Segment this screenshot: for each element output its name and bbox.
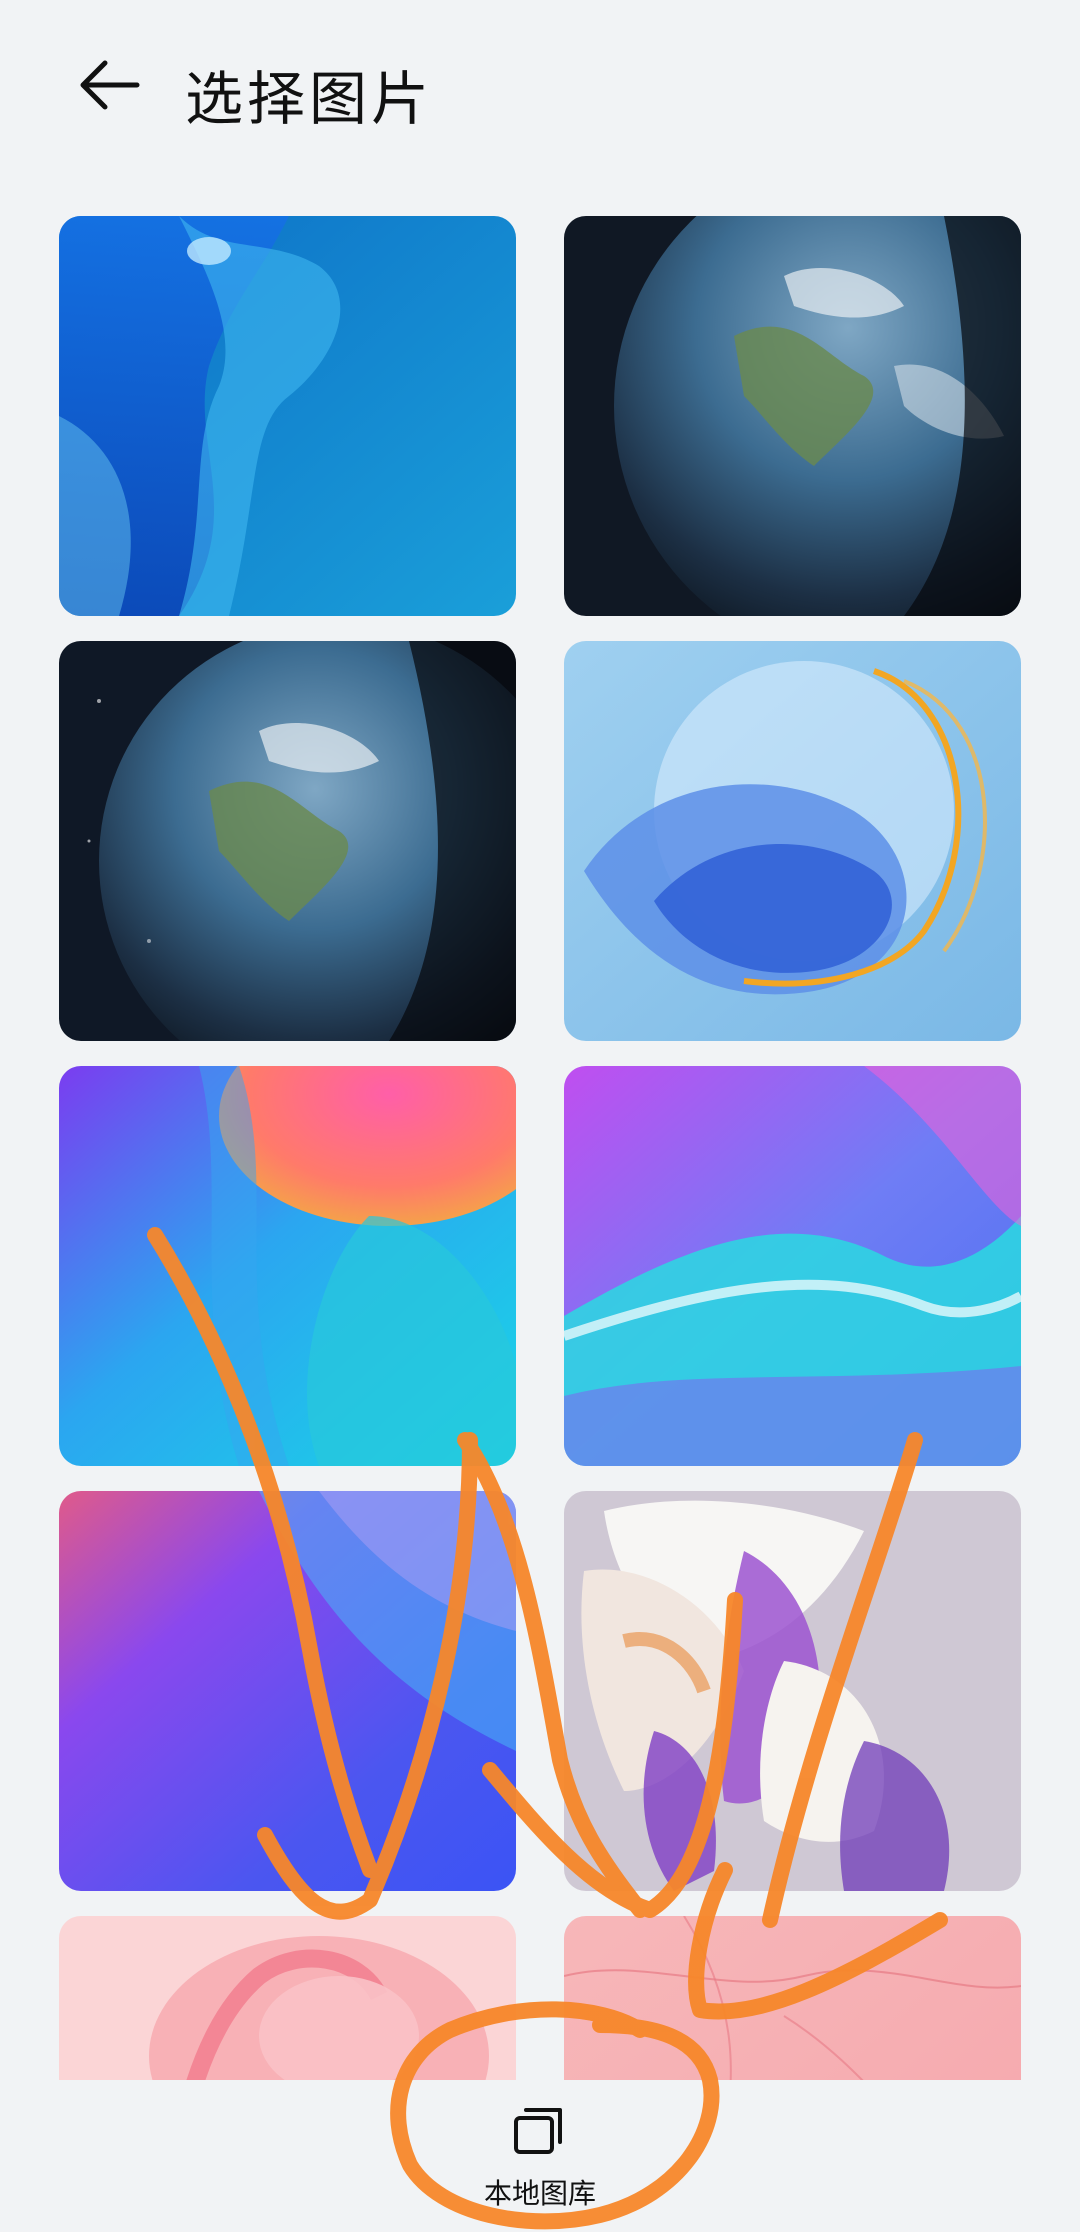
- wallpaper-pink-flamingo[interactable]: [59, 1916, 516, 2080]
- wallpaper-blue-swirl[interactable]: [564, 641, 1021, 1041]
- wallpaper-pink-marble[interactable]: [564, 1916, 1021, 2080]
- gallery-label: 本地图库: [483, 2177, 596, 2210]
- wallpaper-blue-liquid[interactable]: [59, 216, 516, 616]
- local-gallery-button[interactable]: 本地图库: [465, 2098, 615, 2218]
- bottom-bar: 本地图库: [0, 2080, 1080, 2232]
- wallpaper-purple-blue-gradient[interactable]: [59, 1491, 516, 1891]
- wallpaper-grid: [0, 212, 1080, 2080]
- back-button[interactable]: [70, 45, 150, 125]
- page-title: 选择图片: [185, 65, 434, 133]
- top-bar: 选择图片: [0, 0, 1080, 180]
- arrow-left-icon: [80, 60, 140, 110]
- wallpaper-earth-right[interactable]: [564, 216, 1021, 616]
- wallpaper-petal-flower[interactable]: [564, 1491, 1021, 1891]
- wallpaper-earth-center[interactable]: [59, 641, 516, 1041]
- wallpaper-pink-cyan-gradient[interactable]: [59, 1066, 516, 1466]
- wallpaper-purple-cyan-wave[interactable]: [564, 1066, 1021, 1466]
- gallery-icon: [514, 2108, 562, 2154]
